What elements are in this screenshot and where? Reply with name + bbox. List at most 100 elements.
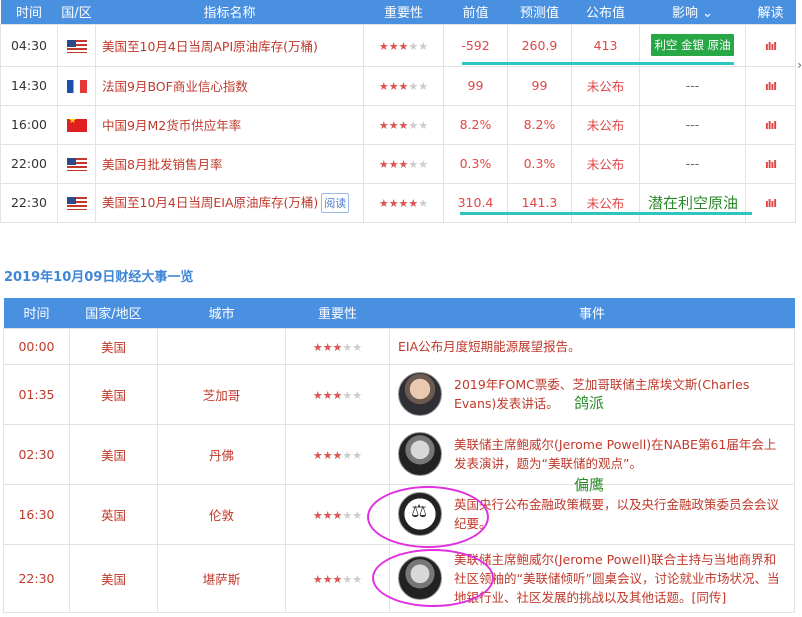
row-time: 22:30 bbox=[0, 182, 58, 223]
event-country: 美国 bbox=[69, 363, 158, 425]
actual-value: 413 bbox=[571, 23, 640, 67]
bar-chart-icon[interactable]: ılıl bbox=[765, 80, 777, 93]
indicator-name-link[interactable]: 中国9月M2货币供应年率 bbox=[95, 104, 364, 145]
importance-stars: ★★★★★ bbox=[285, 423, 390, 485]
impact-value: --- bbox=[639, 104, 746, 145]
us-flag-icon bbox=[66, 39, 87, 53]
scroll-arrow-icon[interactable]: › bbox=[797, 58, 802, 72]
header-importance: 重要性 bbox=[363, 0, 444, 24]
event-time: 02:30 bbox=[3, 423, 70, 485]
impact-badge: 利空 金银 原油 bbox=[651, 34, 734, 56]
header-region: 国/区 bbox=[57, 0, 96, 24]
previous-value: 8.2% bbox=[443, 104, 508, 145]
forecast-value: 260.9 bbox=[507, 23, 572, 67]
header-actual: 公布值 bbox=[571, 0, 640, 24]
row-time: 04:30 bbox=[0, 23, 58, 67]
importance-stars: ★★★★★ bbox=[363, 23, 444, 67]
event-country: 美国 bbox=[69, 423, 158, 485]
france-flag-icon bbox=[66, 80, 87, 93]
highlight-underline bbox=[462, 62, 734, 65]
row-time: 16:00 bbox=[0, 104, 58, 145]
forecast-value: 99 bbox=[507, 65, 572, 106]
bar-chart-icon[interactable]: ılıl bbox=[765, 119, 777, 132]
event-time: 22:30 bbox=[3, 543, 70, 613]
importance-stars: ★★★★★ bbox=[363, 65, 444, 106]
event-time: 01:35 bbox=[3, 363, 70, 425]
event-city: 芝加哥 bbox=[157, 363, 286, 425]
event-country: 英国 bbox=[69, 483, 158, 545]
table-row: 22:00 美国8月批发销售月率 ★★★★★ 0.3% 0.3% 未公布 ---… bbox=[0, 143, 796, 184]
header-importance: 重要性 bbox=[285, 298, 390, 328]
china-flag-icon bbox=[66, 119, 87, 132]
us-flag-icon bbox=[66, 158, 87, 171]
header-event: 事件 bbox=[389, 298, 795, 328]
importance-stars: ★★★★★ bbox=[285, 327, 390, 365]
forecast-value: 141.3 bbox=[507, 182, 572, 223]
event-time: 16:30 bbox=[3, 483, 70, 545]
header-interpretation: 解读 bbox=[745, 0, 796, 24]
highlight-circle bbox=[372, 549, 494, 607]
previous-value: 310.4 bbox=[443, 182, 508, 223]
section-title: 2019年10月09日财经大事一览 bbox=[4, 270, 194, 285]
importance-stars: ★★★★★ bbox=[363, 104, 444, 145]
forecast-value: 0.3% bbox=[507, 143, 572, 184]
speaker-avatar bbox=[398, 432, 442, 476]
event-description: 英国央行公布金融政策概要，以及央行金融政策委员会会议纪要。 bbox=[454, 497, 780, 531]
header-forecast: 预测值 bbox=[507, 0, 572, 24]
header-time: 时间 bbox=[0, 0, 58, 24]
actual-value: 未公布 bbox=[571, 104, 640, 145]
chevron-down-icon: ⌄ bbox=[702, 6, 714, 22]
previous-value: 99 bbox=[443, 65, 508, 106]
actual-value: 未公布 bbox=[571, 182, 640, 223]
event-description: 美联储主席鲍威尔(Jerome Powell)联合主持与当地商界和社区领袖的“美… bbox=[454, 551, 780, 605]
table-row: 00:00 美国 ★★★★★ EIA公布月度短期能源展望报告。 bbox=[3, 327, 795, 365]
eia-annotation: 潜在利空原油 bbox=[648, 194, 739, 212]
table-header-row: 时间 国/区 指标名称 重要性 前值 预测值 公布值 影响 ⌄ 解读 bbox=[0, 0, 796, 24]
table-row: 04:30 美国至10月4日当周API原油库存(万桶) ★★★★★ -592 2… bbox=[0, 23, 796, 67]
event-description: EIA公布月度短期能源展望报告。 bbox=[389, 327, 795, 365]
economic-indicators-table: 时间 国/区 指标名称 重要性 前值 预测值 公布值 影响 ⌄ 解读 04:30… bbox=[0, 0, 796, 223]
bar-chart-icon[interactable]: ılıl bbox=[765, 197, 777, 210]
previous-value: 0.3% bbox=[443, 143, 508, 184]
speaker-avatar bbox=[398, 372, 442, 416]
highlight-circle bbox=[367, 486, 489, 548]
importance-stars: ★★★★★ bbox=[363, 143, 444, 184]
table-row: 16:00 中国9月M2货币供应年率 ★★★★★ 8.2% 8.2% 未公布 -… bbox=[0, 104, 796, 145]
row-time: 14:30 bbox=[0, 65, 58, 106]
event-city: 伦敦 bbox=[157, 483, 286, 545]
importance-stars: ★★★★★ bbox=[363, 182, 444, 223]
table-header-row: 时间 国家/地区 城市 重要性 事件 bbox=[3, 298, 795, 328]
table-row: 02:30 美国 丹佛 ★★★★★ 美联储主席鲍威尔(Jerome Powell… bbox=[3, 423, 795, 485]
table-row: 14:30 法国9月BOF商业信心指数 ★★★★★ 99 99 未公布 --- … bbox=[0, 65, 796, 106]
indicator-name-link[interactable]: 美国至10月4日当周EIA原油库存(万桶) bbox=[102, 195, 318, 210]
forecast-value: 8.2% bbox=[507, 104, 572, 145]
indicator-name-link[interactable]: 美国至10月4日当周API原油库存(万桶) bbox=[95, 23, 364, 67]
header-indicator: 指标名称 bbox=[95, 0, 364, 24]
impact-value: --- bbox=[639, 65, 746, 106]
header-country: 国家/地区 bbox=[69, 298, 158, 328]
us-flag-icon bbox=[66, 197, 87, 210]
header-impact[interactable]: 影响 ⌄ bbox=[639, 0, 746, 24]
indicator-name-link[interactable]: 美国8月批发销售月率 bbox=[95, 143, 364, 184]
table-row: 01:35 美国 芝加哥 ★★★★★ 2019年FOMC票委、芝加哥联储主席埃文… bbox=[3, 363, 795, 425]
header-city: 城市 bbox=[157, 298, 286, 328]
event-description: 2019年FOMC票委、芝加哥联储主席埃文斯(Charles Evans)发表讲… bbox=[454, 377, 750, 411]
read-button[interactable]: 阅读 bbox=[321, 193, 350, 213]
impact-value: --- bbox=[639, 143, 746, 184]
header-previous: 前值 bbox=[443, 0, 508, 24]
importance-stars: ★★★★★ bbox=[285, 363, 390, 425]
dovish-annotation: 鸽派 bbox=[574, 394, 605, 412]
event-country: 美国 bbox=[69, 327, 158, 365]
actual-value: 未公布 bbox=[571, 65, 640, 106]
bar-chart-icon[interactable]: ılıl bbox=[765, 158, 777, 171]
header-time: 时间 bbox=[3, 298, 70, 328]
previous-value: -592 bbox=[443, 23, 508, 67]
indicator-name-link[interactable]: 法国9月BOF商业信心指数 bbox=[95, 65, 364, 106]
event-city bbox=[157, 327, 286, 365]
hawkish-annotation: 偏鹰 bbox=[574, 476, 605, 494]
event-time: 00:00 bbox=[3, 327, 70, 365]
bar-chart-icon[interactable]: ılıl bbox=[765, 40, 777, 53]
event-city: 堪萨斯 bbox=[157, 543, 286, 613]
event-description: 美联储主席鲍威尔(Jerome Powell)在NABE第61届年会上发表演讲，… bbox=[454, 437, 777, 471]
actual-value: 未公布 bbox=[571, 143, 640, 184]
